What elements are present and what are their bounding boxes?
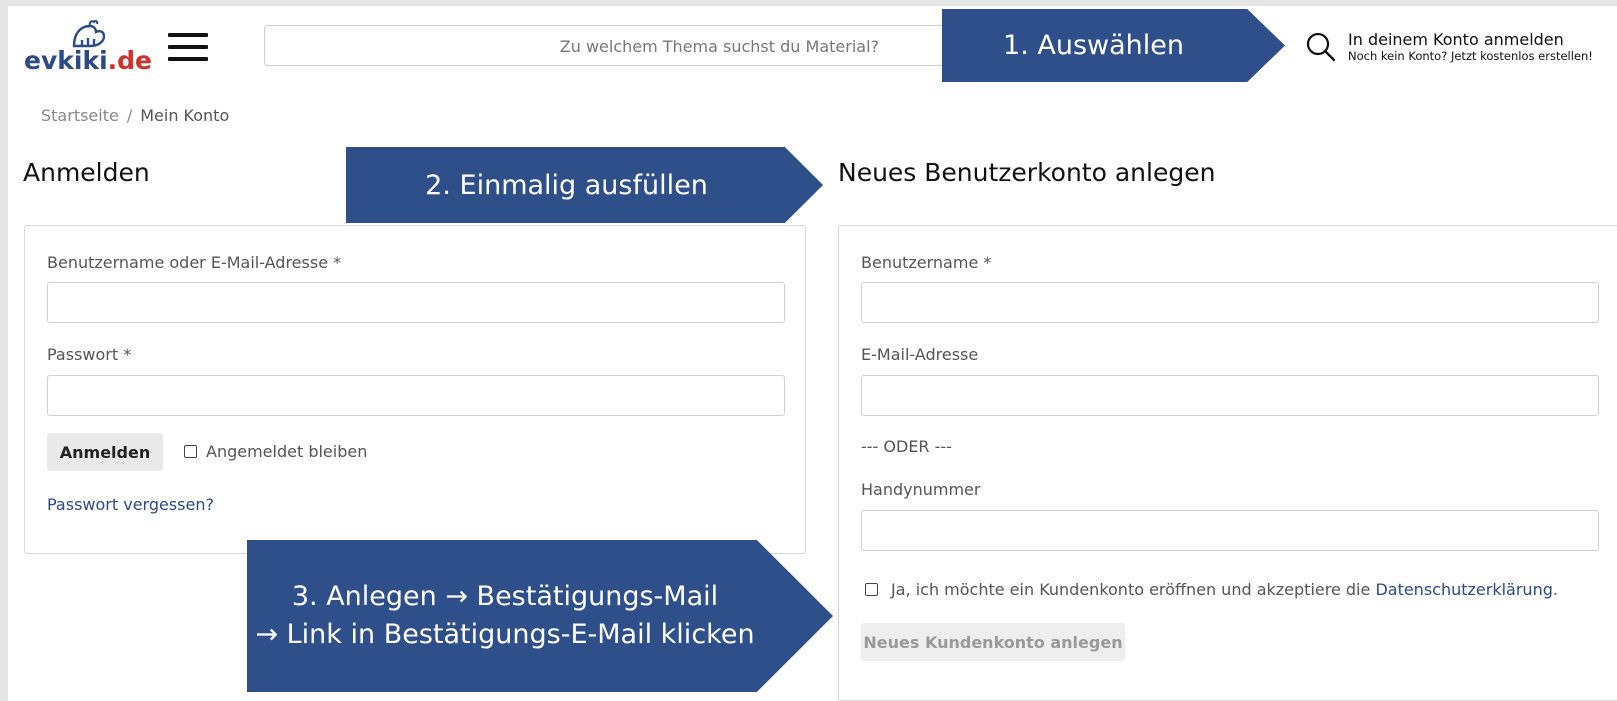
- register-username-label: Benutzername *: [861, 253, 992, 272]
- hamburger-menu-icon[interactable]: [168, 33, 208, 63]
- callout-step-3-line-2: → Link in Bestätigungs-E-Mail klicken: [255, 619, 755, 650]
- register-username-field[interactable]: [861, 282, 1599, 323]
- breadcrumb-separator: /: [126, 106, 133, 125]
- privacy-policy-link[interactable]: Datenschutzerklärung: [1375, 580, 1552, 599]
- or-separator: --- ODER ---: [861, 437, 952, 456]
- search-icon[interactable]: [1306, 32, 1336, 62]
- search-input[interactable]: Zu welchem Thema suchst du Material?: [264, 25, 964, 66]
- callout-step-3-line-1: 3. Anlegen → Bestätigungs-Mail: [291, 581, 719, 612]
- logo-name: evkiki: [24, 46, 108, 75]
- login-button[interactable]: Anmelden: [47, 433, 163, 471]
- login-password-field[interactable]: [47, 375, 785, 416]
- breadcrumb: Startseite / Mein Konto: [41, 106, 229, 125]
- phone-label: Handynummer: [861, 480, 981, 499]
- site-logo[interactable]: evkiki.de: [24, 20, 152, 80]
- register-heading: Neues Benutzerkonto anlegen: [838, 158, 1216, 187]
- register-email-field[interactable]: [861, 375, 1599, 416]
- password-label: Passwort *: [47, 345, 132, 364]
- username-label: Benutzername oder E-Mail-Adresse *: [47, 253, 342, 272]
- page: evkiki.de Zu welchem Thema suchst du Mat…: [8, 6, 1617, 701]
- remember-label: Angemeldet bleiben: [206, 442, 368, 461]
- breadcrumb-current: Mein Konto: [140, 106, 230, 125]
- terms-label: Ja, ich möchte ein Kundenkonto eröffnen …: [891, 580, 1371, 599]
- login-heading: Anmelden: [23, 158, 150, 187]
- terms-checkbox[interactable]: [865, 583, 878, 596]
- breadcrumb-home[interactable]: Startseite: [41, 106, 119, 125]
- logo-tld: .de: [107, 46, 153, 75]
- callout-step-1: 1. Auswählen: [942, 9, 1285, 82]
- callout-step-3: 3. Anlegen → Bestätigungs-Mail → Link in…: [247, 540, 833, 692]
- register-form: Benutzername * E-Mail-Adresse --- ODER -…: [838, 225, 1617, 701]
- callout-step-2: 2. Einmalig ausfüllen: [346, 147, 823, 223]
- terms-text: Ja, ich möchte ein Kundenkonto eröffnen …: [891, 580, 1558, 599]
- account-subtitle: Noch kein Konto? Jetzt kostenlos erstell…: [1348, 49, 1593, 63]
- logo-wordmark: evkiki.de: [24, 46, 152, 75]
- login-form: Benutzername oder E-Mail-Adresse * Passw…: [24, 225, 806, 554]
- terms-end: .: [1552, 580, 1558, 599]
- search-placeholder: Zu welchem Thema suchst du Material?: [559, 37, 879, 56]
- forgot-password-link[interactable]: Passwort vergessen?: [47, 495, 214, 514]
- register-email-label: E-Mail-Adresse: [861, 345, 979, 364]
- account-title: In deinem Konto anmelden: [1348, 30, 1564, 49]
- remember-checkbox[interactable]: [184, 445, 197, 458]
- login-username-field[interactable]: [47, 282, 785, 323]
- register-phone-field[interactable]: [861, 510, 1599, 551]
- account-login-link[interactable]: In deinem Konto anmelden Noch kein Konto…: [1348, 30, 1593, 64]
- create-account-button[interactable]: Neues Kundenkonto anlegen: [861, 623, 1125, 661]
